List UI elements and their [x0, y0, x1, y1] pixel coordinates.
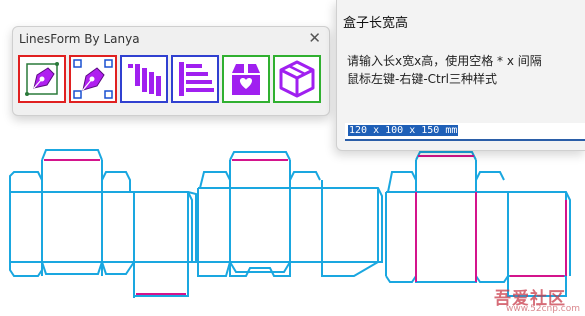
- pen-select-button[interactable]: [18, 55, 66, 103]
- dimension-input[interactable]: 120 x 100 x 150 mm: [345, 123, 585, 141]
- watermark-url: www.52cnp.com: [506, 304, 581, 314]
- toolbar-title: LinesForm By Lanya: [19, 32, 140, 46]
- pen-nib-select-icon: [25, 62, 59, 96]
- prompt-line-2: 鼠标左键-右键-Ctrl三种样式: [347, 72, 498, 86]
- dialog-prompt: 请输入长x宽x高，使用空格 * x 间隔 鼠标左键-右键-Ctrl三种样式: [347, 52, 542, 88]
- close-icon[interactable]: ✕: [308, 29, 321, 47]
- vertical-lines-icon: [128, 64, 161, 96]
- dieline-box-1: [9, 149, 197, 298]
- dimension-input-value: 120 x 100 x 150 mm: [348, 125, 459, 136]
- 3d-box-icon: [279, 60, 315, 98]
- dimension-dialog: 盒子长宽高 请输入长x宽x高，使用空格 * x 间隔 鼠标左键-右键-Ctrl三…: [336, 0, 585, 151]
- dieline-box-2: [197, 151, 383, 277]
- prompt-line-1: 请输入长x宽x高，使用空格 * x 间隔: [347, 54, 542, 68]
- horizontal-lines-icon: [179, 62, 214, 96]
- pen-nib-nodes-icon: [73, 59, 113, 99]
- linesform-toolbar: LinesForm By Lanya ✕: [12, 26, 330, 116]
- dialog-title: 盒子长宽高: [343, 16, 409, 31]
- 3d-box-button[interactable]: [273, 55, 321, 103]
- gift-box-button[interactable]: [222, 55, 270, 103]
- pen-nodes-button[interactable]: [69, 55, 117, 103]
- horizontal-lines-button[interactable]: [171, 55, 219, 103]
- vertical-lines-button[interactable]: [120, 55, 168, 103]
- gift-box-heart-icon: [232, 64, 260, 95]
- dieline-box-3: [385, 151, 571, 297]
